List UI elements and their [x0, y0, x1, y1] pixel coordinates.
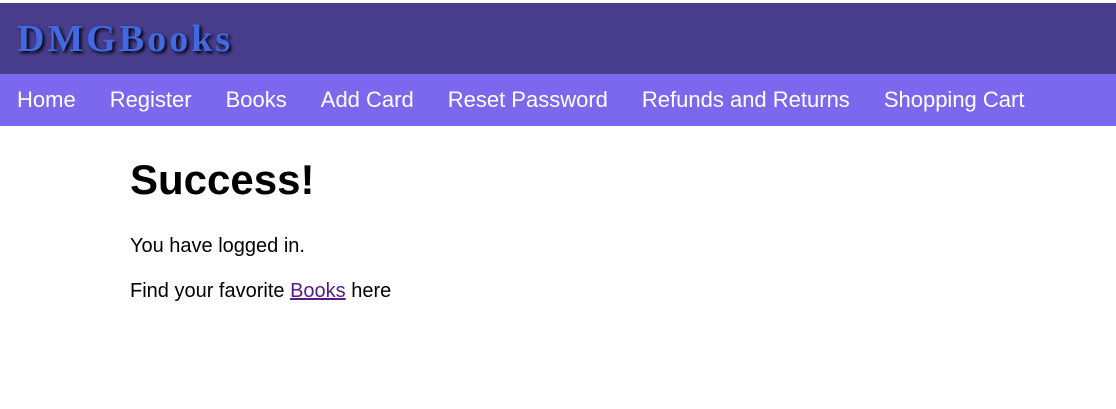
login-message: You have logged in.: [130, 235, 305, 257]
nav-item-books[interactable]: Books: [209, 74, 304, 126]
nav-item-add-card[interactable]: Add Card: [304, 74, 431, 126]
nav-item-home[interactable]: Home: [0, 74, 93, 126]
nav-item-reset-password[interactable]: Reset Password: [431, 74, 625, 126]
site-title: DMGBooks: [17, 17, 234, 60]
nav-item-register[interactable]: Register: [93, 74, 209, 126]
site-header: DMGBooks: [0, 3, 1116, 74]
find-books-line: Find your favorite Books here: [130, 279, 1116, 303]
nav-item-refunds-and-returns[interactable]: Refunds and Returns: [625, 74, 867, 126]
page-heading: Success!: [130, 156, 315, 203]
main-nav: Home Register Books Add Card Reset Passw…: [0, 74, 1116, 126]
find-prefix-text: Find your favorite: [130, 280, 291, 302]
find-suffix-text: here: [345, 280, 392, 302]
main-content: Success! You have logged in. Find your f…: [0, 126, 1116, 303]
books-link[interactable]: Books: [290, 280, 346, 302]
nav-item-shopping-cart[interactable]: Shopping Cart: [867, 74, 1042, 126]
